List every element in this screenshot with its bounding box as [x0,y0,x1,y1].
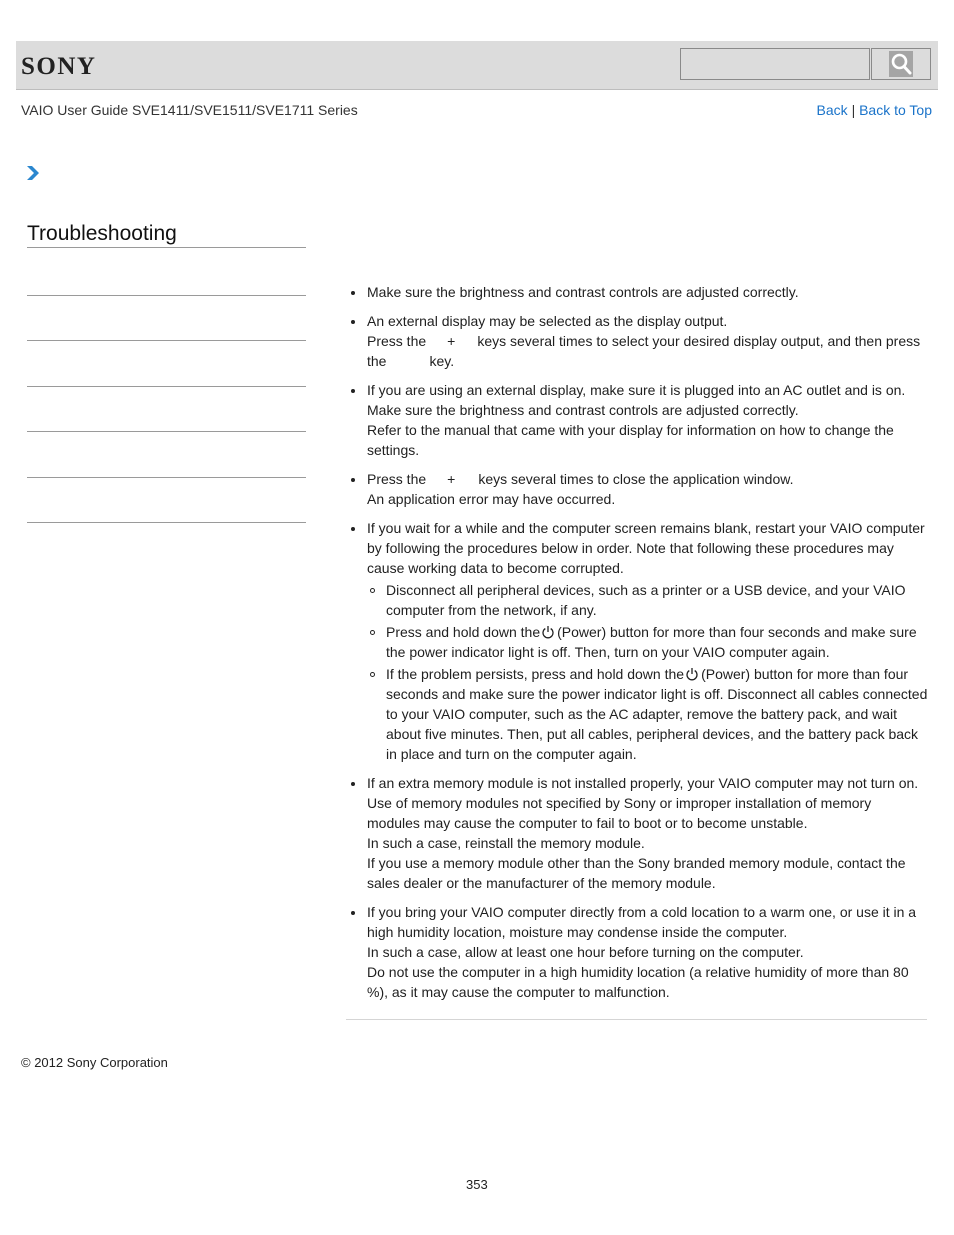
item-text: Make sure the brightness and contrast co… [367,402,799,418]
sub-list-item: If the problem persists, press and hold … [367,664,928,764]
item-text: Refer to the manual that came with your … [367,422,894,458]
sidebar-title: Troubleshooting [27,222,306,248]
sub-list-item: Press and hold down the (Power) button fo… [367,622,928,662]
item-text: Press the [367,333,427,349]
nav-separator: | [851,102,856,118]
item-text: In such a case, allow at least one hour … [367,944,804,960]
plus-sign: + [447,471,456,487]
power-icon [541,624,555,639]
plus-sign: + [447,333,456,349]
back-to-top-link[interactable]: Back to Top [859,102,932,118]
list-item: Press the + keys several times to close th… [346,469,928,509]
list-item: If an extra memory module is not install… [346,773,928,893]
content-divider [346,1019,927,1020]
header-bar: SONY [16,41,938,90]
sidebar-item-divider [27,522,306,523]
item-text: If the problem persists, press and hold … [386,666,685,682]
search-icon [889,51,913,77]
item-text: Press and hold down the [386,624,541,640]
guide-title: VAIO User Guide SVE1411/SVE1511/SVE1711 … [21,102,358,118]
nav-links: Back | Back to Top [817,102,932,118]
list-item: Make sure the brightness and contrast co… [346,282,928,302]
item-text: the [367,353,387,369]
search-button[interactable] [871,48,931,80]
item-text: keys several times to close the applicat… [478,471,794,487]
item-text: keys several times to select your desire… [477,333,921,349]
copyright: © 2012 Sony Corporation [21,1055,168,1070]
item-text: If you bring your VAIO computer directly… [367,904,917,940]
sidebar-item-divider [27,295,306,296]
item-text: An external display may be selected as t… [367,313,728,329]
back-link[interactable]: Back [817,102,848,118]
item-text: If you are using an external display, ma… [367,382,906,398]
item-text: Make sure the brightness and contrast co… [367,284,799,300]
sub-list-item: Disconnect all peripheral devices, such … [367,580,928,620]
item-text: key. [429,353,455,369]
sidebar-item-divider [27,477,306,478]
item-text: If an extra memory module is not install… [367,775,919,791]
list-item: If you wait for a while and the computer… [346,518,928,764]
search-input[interactable] [680,48,870,80]
item-text: Disconnect all peripheral devices, such … [386,582,906,618]
troubleshooting-list: Make sure the brightness and contrast co… [346,282,928,1002]
page-number: 353 [466,1177,488,1192]
list-item: An external display may be selected as t… [346,311,928,371]
item-text: Do not use the computer in a high humidi… [367,964,909,1000]
sony-logo: SONY [21,53,97,80]
item-text: In such a case, reinstall the memory mod… [367,835,645,851]
sidebar-item-divider [27,431,306,432]
item-text: Use of memory modules not specified by S… [367,795,872,831]
item-text: If you use a memory module other than th… [367,855,906,891]
sidebar-item-divider [27,340,306,341]
item-text: If you wait for a while and the computer… [367,520,925,576]
power-icon [685,666,699,681]
item-text: Press the [367,471,427,487]
chevron-right-icon[interactable] [26,165,40,181]
main-content: Make sure the brightness and contrast co… [346,282,928,1011]
list-item: If you bring your VAIO computer directly… [346,902,928,1002]
list-item: If you are using an external display, ma… [346,380,928,460]
sidebar-item-divider [27,386,306,387]
item-text: An application error may have occurred. [367,491,616,507]
sub-list: Disconnect all peripheral devices, such … [367,580,928,764]
